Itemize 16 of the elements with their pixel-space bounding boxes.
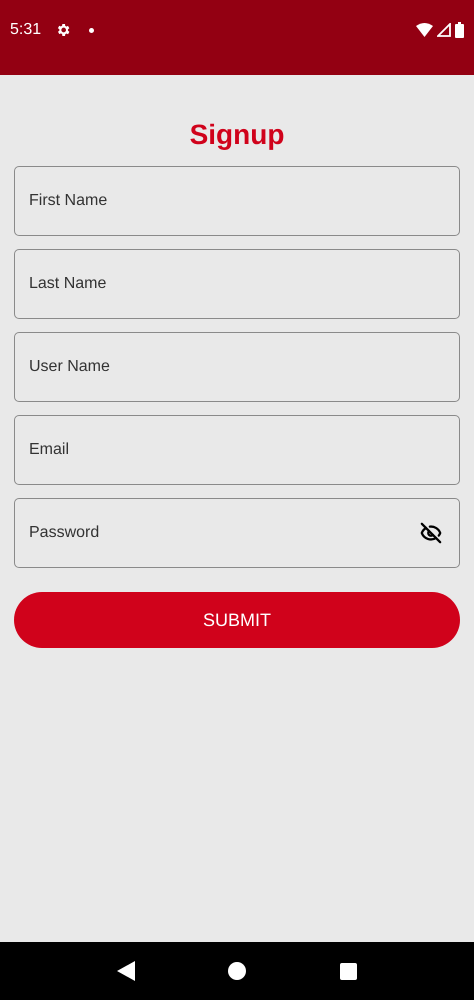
battery-icon (455, 22, 464, 38)
input-field[interactable]: Last Name (14, 249, 460, 319)
input-field[interactable]: User Name (14, 332, 460, 402)
recents-icon[interactable] (340, 962, 358, 980)
signal-icon (437, 23, 451, 37)
hidden-eye-icon[interactable] (420, 522, 442, 544)
input-field[interactable]: Email (14, 415, 460, 485)
status-time: 5:31 (10, 20, 42, 40)
home-icon[interactable] (228, 962, 246, 980)
gear-icon (55, 22, 72, 38)
submit-button[interactable]: SUBMIT (14, 592, 460, 648)
wifi-icon (416, 23, 433, 37)
page-title: Signup (190, 118, 284, 152)
input-field[interactable]: First Name (14, 166, 460, 236)
back-icon[interactable] (116, 961, 135, 981)
password-field[interactable]: Password (14, 498, 460, 568)
